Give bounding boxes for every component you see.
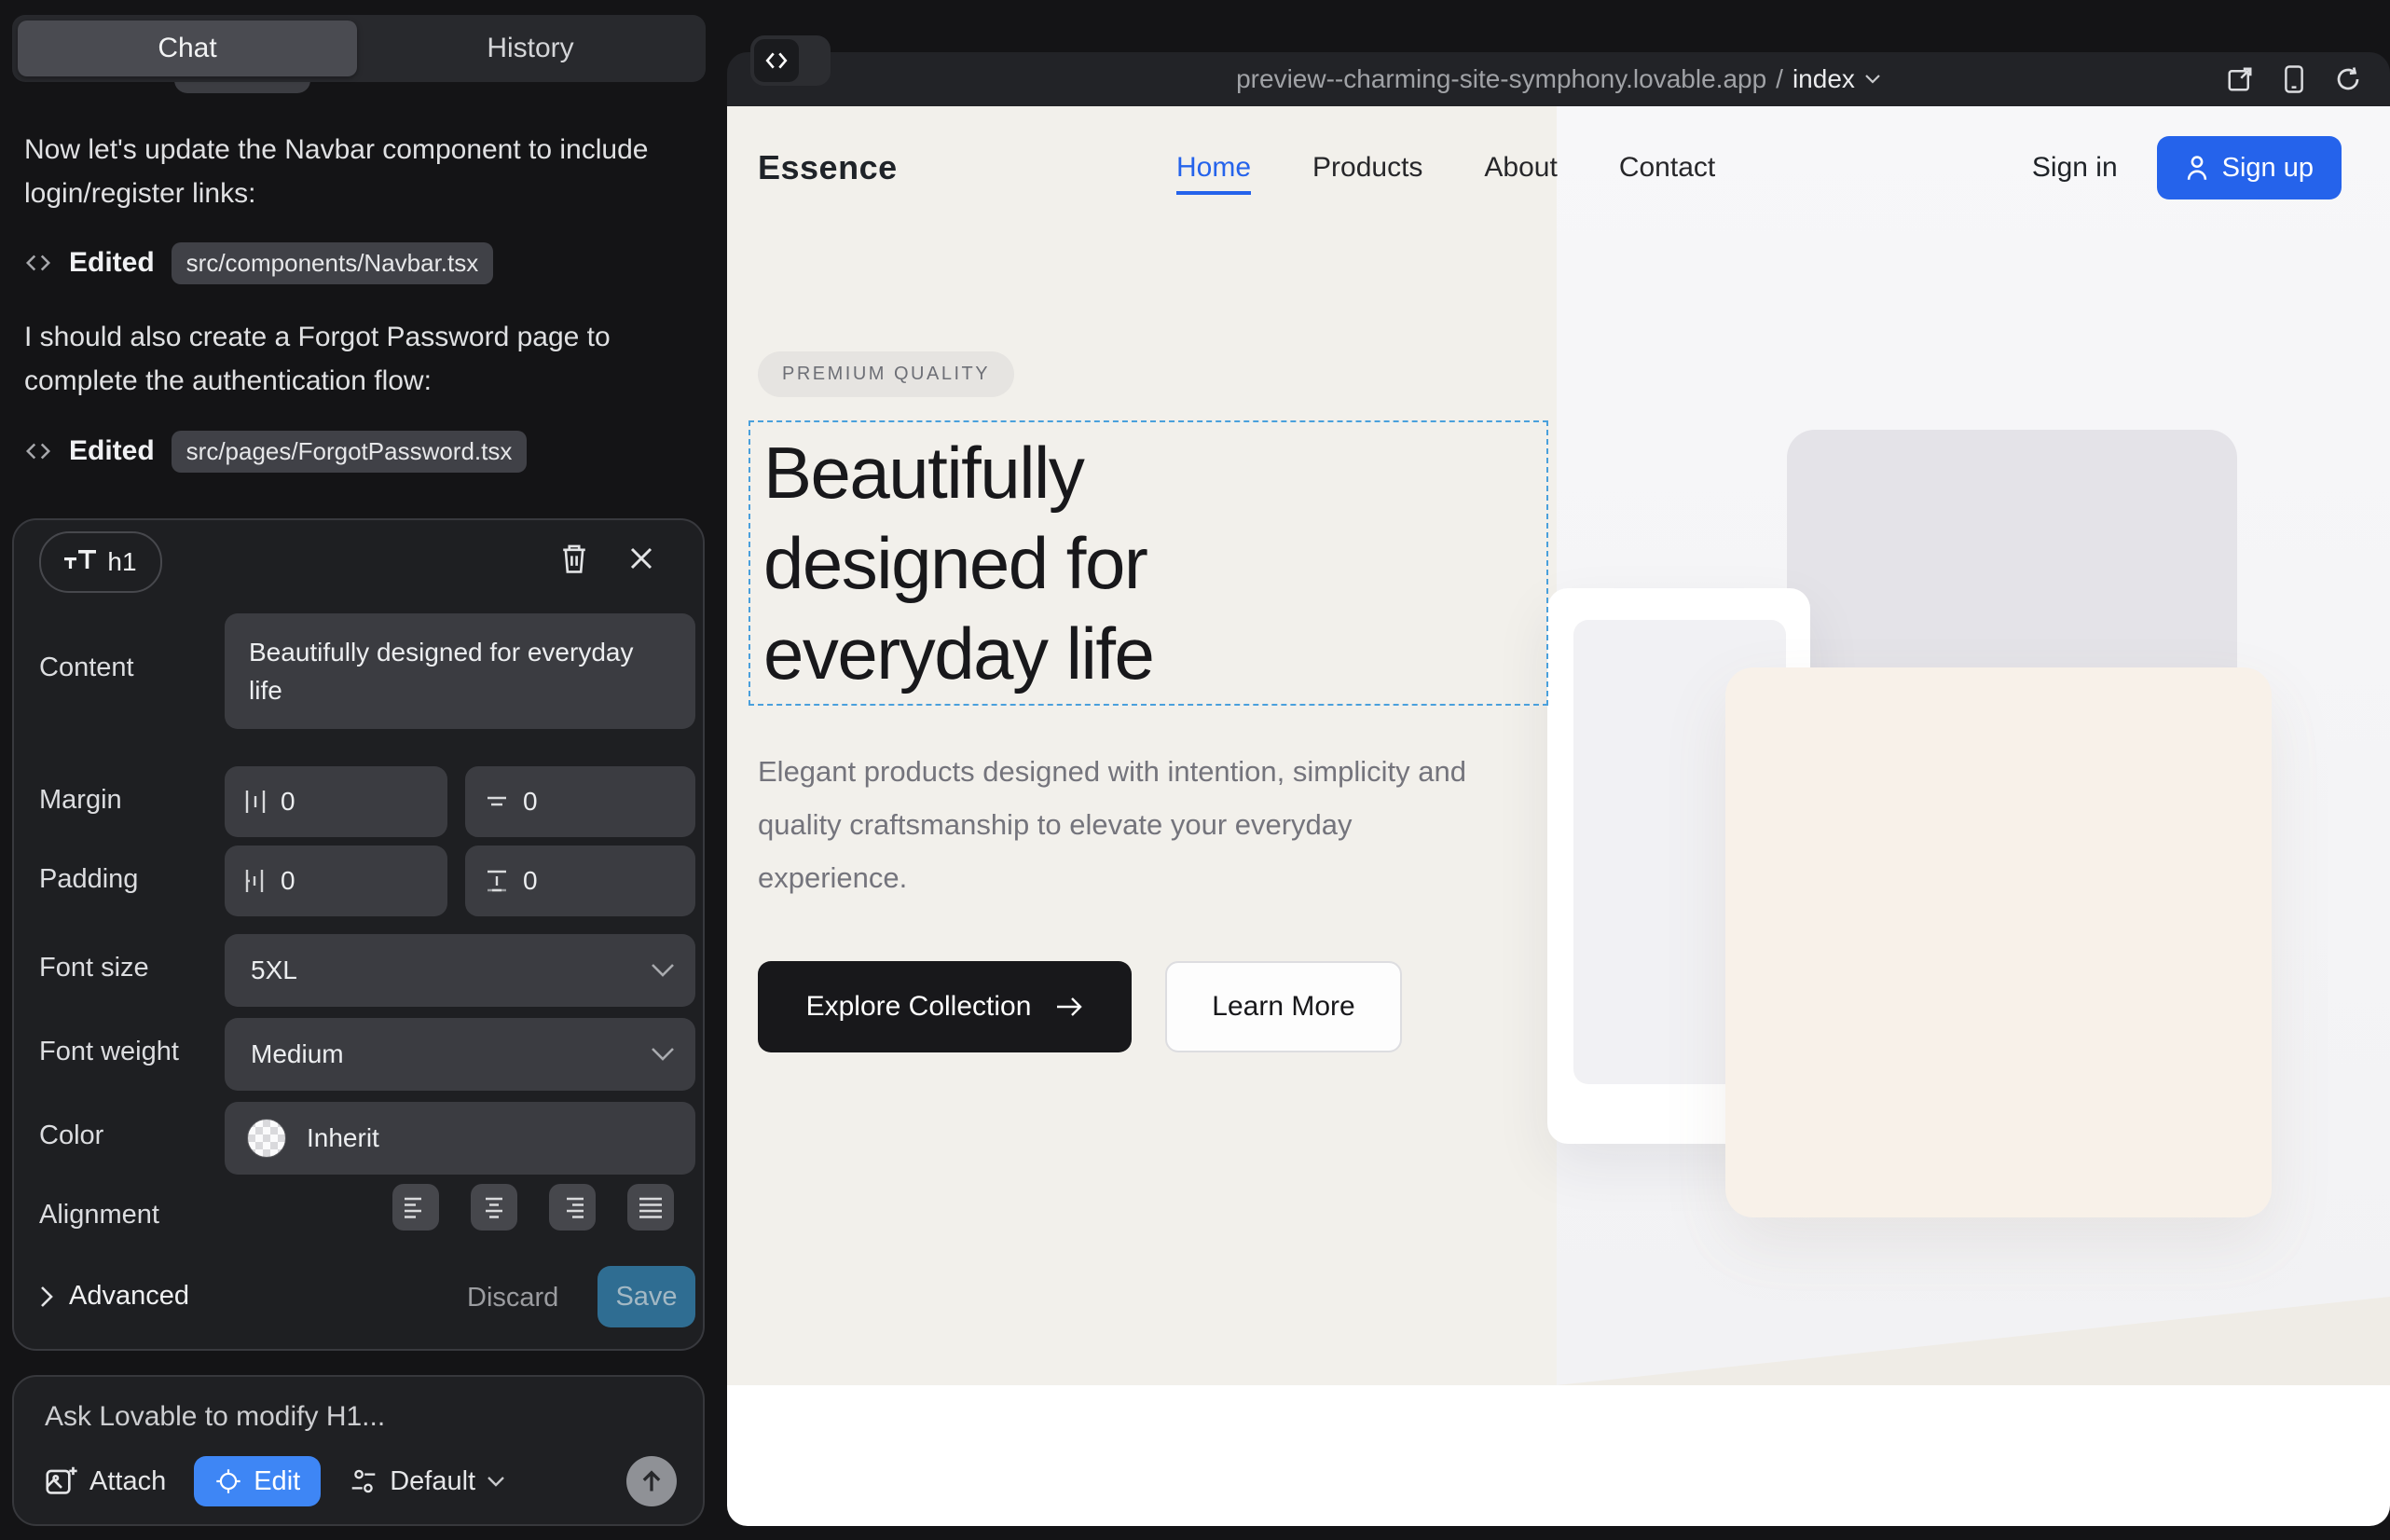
chat-sidebar: Chat History Now let's update the Navbar… [0, 0, 727, 1540]
element-tag-label: h1 [107, 547, 136, 577]
padding-vertical-icon [484, 869, 510, 893]
chevron-down-icon [651, 1047, 675, 1062]
font-size-label: Font size [39, 953, 149, 983]
color-label: Color [39, 1121, 103, 1151]
align-justify-button[interactable] [627, 1184, 674, 1231]
advanced-toggle[interactable]: Advanced [39, 1281, 189, 1312]
discard-button[interactable]: Discard [467, 1283, 558, 1313]
padding-horizontal-icon [243, 868, 268, 894]
nav-link-home[interactable]: Home [1176, 152, 1251, 195]
hero-description: Elegant products designed with intention… [758, 745, 1504, 904]
color-swatch [247, 1119, 286, 1158]
edited-file-row[interactable]: Edited src/components/Navbar.tsx [24, 241, 493, 285]
nav-link-products[interactable]: Products [1312, 152, 1422, 184]
preview-site: Essence Home Products About Contact Sign… [727, 106, 2390, 1526]
send-button[interactable] [626, 1456, 677, 1506]
nav-link-contact[interactable]: Contact [1619, 152, 1715, 184]
sign-up-button[interactable]: Sign up [2157, 136, 2342, 199]
edited-label: Edited [69, 435, 155, 467]
tab-chat[interactable]: Chat [18, 21, 357, 76]
mode-select[interactable]: Default [349, 1466, 505, 1497]
chevron-down-icon [651, 963, 675, 978]
margin-horizontal-icon [243, 789, 268, 815]
margin-x-input[interactable]: 0 [225, 766, 447, 837]
site-navbar: Essence Home Products About Contact Sign… [727, 106, 2390, 229]
file-badge[interactable]: src/pages/ForgotPassword.tsx [172, 431, 528, 473]
preview-url[interactable]: preview--charming-site-symphony.lovable.… [727, 52, 2390, 106]
hero-heading[interactable]: Beautifully designed for everyday life [763, 428, 1153, 699]
code-view-icon[interactable] [754, 39, 799, 82]
arrow-right-icon [1055, 996, 1083, 1018]
alignment-label: Alignment [39, 1200, 159, 1231]
user-icon [2185, 155, 2209, 181]
type-icon [64, 550, 96, 574]
chevron-down-icon [1864, 74, 1881, 85]
nav-link-about[interactable]: About [1484, 152, 1557, 184]
font-weight-label: Font weight [39, 1037, 179, 1067]
edited-label: Edited [69, 247, 155, 279]
padding-x-input[interactable]: 0 [225, 846, 447, 916]
padding-y-input[interactable]: 0 [465, 846, 695, 916]
h1-selection-outline[interactable]: Beautifully designed for everyday life [749, 420, 1548, 706]
file-badge[interactable]: src/components/Navbar.tsx [172, 242, 494, 284]
edit-mode-button[interactable]: Edit [194, 1456, 321, 1506]
composer-input[interactable]: Ask Lovable to modify H1... [45, 1401, 385, 1433]
attach-button[interactable]: Attach [45, 1464, 166, 1498]
content-input[interactable]: Beautifully designed for everyday life [225, 613, 695, 729]
explore-collection-button[interactable]: Explore Collection [758, 961, 1132, 1052]
alignment-buttons [392, 1184, 674, 1231]
chat-message: I should also create a Forgot Password p… [24, 315, 688, 403]
preview-chrome-bar: preview--charming-site-symphony.lovable.… [727, 52, 2390, 106]
decorative-rectangle-cream [1725, 667, 2272, 1217]
edited-file-row[interactable]: Edited src/pages/ForgotPassword.tsx [24, 429, 527, 474]
refresh-icon[interactable] [2334, 65, 2362, 93]
chevron-down-icon [487, 1476, 505, 1488]
margin-y-input[interactable]: 0 [465, 766, 695, 837]
color-select[interactable]: Inherit [225, 1102, 695, 1175]
sliders-icon [349, 1466, 378, 1496]
code-preview-toggle[interactable] [750, 35, 831, 86]
tab-history[interactable]: History [361, 21, 700, 76]
save-button[interactable]: Save [598, 1266, 695, 1327]
sidebar-tab-bar: Chat History [12, 15, 706, 82]
align-left-button[interactable] [392, 1184, 439, 1231]
premium-quality-badge: PREMIUM QUALITY [758, 351, 1014, 397]
font-weight-select[interactable]: Medium [225, 1018, 695, 1091]
image-attach-icon [45, 1464, 78, 1498]
target-icon [214, 1467, 242, 1495]
chat-message: Now let's update the Navbar component to… [24, 128, 688, 215]
learn-more-button[interactable]: Learn More [1165, 961, 1402, 1052]
code-icon [24, 249, 52, 277]
content-label: Content [39, 653, 134, 683]
element-type-chip: h1 [39, 531, 162, 593]
padding-label: Padding [39, 864, 138, 895]
element-editor-panel: h1 Content Beautifully designed for ever… [12, 518, 705, 1351]
preview-window: preview--charming-site-symphony.lovable.… [727, 52, 2390, 1526]
open-external-icon[interactable] [2226, 65, 2254, 93]
chevron-right-icon [39, 1285, 54, 1309]
margin-vertical-icon [484, 791, 510, 813]
hero-section: Essence Home Products About Contact Sign… [727, 106, 2390, 1385]
margin-label: Margin [39, 785, 122, 816]
chat-composer: Ask Lovable to modify H1... Attach Edit [12, 1375, 705, 1526]
align-center-button[interactable] [471, 1184, 517, 1231]
site-brand[interactable]: Essence [758, 106, 898, 229]
sign-in-link[interactable]: Sign in [2032, 152, 2118, 184]
delete-element-button[interactable] [553, 537, 596, 580]
close-panel-button[interactable] [620, 537, 663, 580]
font-size-select[interactable]: 5XL [225, 934, 695, 1007]
align-right-button[interactable] [549, 1184, 596, 1231]
code-icon [24, 437, 52, 465]
mobile-view-icon[interactable] [2282, 64, 2306, 94]
